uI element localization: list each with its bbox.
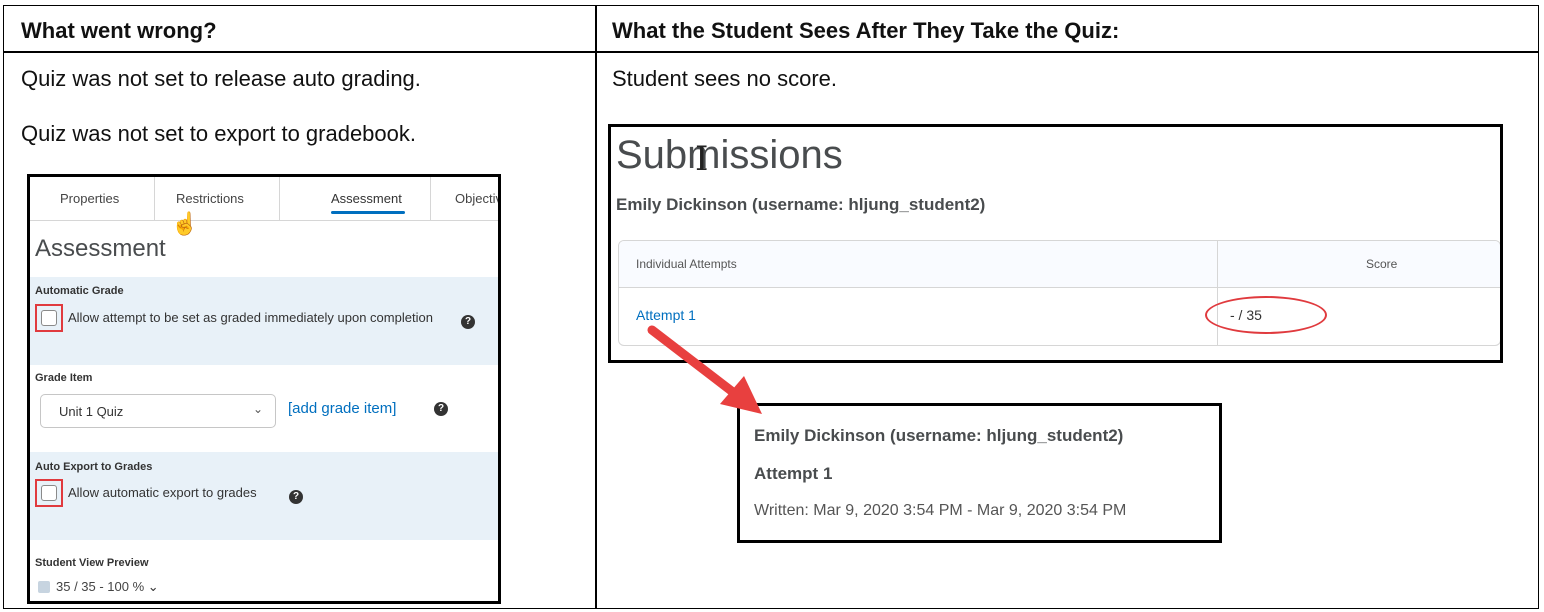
auto-export-checkbox[interactable] (41, 485, 57, 501)
student-sees-no-score: Student sees no score. (612, 66, 838, 91)
auto-export-label: Auto Export to Grades (35, 461, 153, 473)
auto-export-option: Allow automatic export to grades (68, 485, 257, 500)
auto-export-highlight (35, 479, 63, 507)
attempt-title: Attempt 1 (754, 464, 833, 483)
automatic-grade-checkbox[interactable] (41, 310, 57, 326)
reason-export-gradebook: Quiz was not set to export to gradebook. (21, 121, 417, 146)
reason-auto-grading: Quiz was not set to release auto grading… (21, 66, 421, 91)
header-divider (4, 51, 1538, 53)
tab-objectives[interactable]: Objectives (455, 191, 498, 206)
assessment-heading: Assessment (35, 235, 166, 262)
attempt-detail-screenshot: Emily Dickinson (username: hljung_studen… (737, 403, 1222, 543)
tab-restrictions[interactable]: Restrictions (176, 191, 244, 206)
preview-checkbox[interactable] (38, 581, 50, 593)
chevron-down-icon[interactable]: ⌄ (148, 579, 159, 594)
preview-score: 35 / 35 - 100 % ⌄ (56, 579, 159, 594)
assessment-settings-screenshot: Properties Restrictions Assessment Objec… (27, 174, 501, 604)
active-tab-indicator (331, 211, 405, 214)
help-icon[interactable]: ? (434, 402, 448, 416)
tab-assessment[interactable]: Assessment (331, 191, 402, 206)
help-icon[interactable]: ? (289, 490, 303, 504)
column-individual-attempts: Individual Attempts (636, 257, 737, 271)
hand-cursor-icon: ☝ (171, 211, 199, 236)
automatic-grade-highlight (35, 304, 63, 332)
automatic-grade-label: Automatic Grade (35, 285, 124, 297)
header-student-sees: What the Student Sees After They Take th… (612, 18, 1120, 43)
column-divider (595, 6, 597, 608)
tab-properties[interactable]: Properties (60, 191, 119, 206)
help-icon[interactable]: ? (461, 315, 475, 329)
grade-item-select[interactable]: Unit 1 Quiz ⌄ (40, 394, 276, 428)
student-name: Emily Dickinson (username: hljung_studen… (616, 195, 986, 214)
attempt-1-link[interactable]: Attempt 1 (636, 307, 696, 323)
header-what-went-wrong: What went wrong? (21, 18, 217, 43)
add-grade-item-link[interactable]: [add grade item] (288, 400, 396, 417)
text-cursor-icon: I (695, 139, 709, 179)
automatic-grade-option: Allow attempt to be set as graded immedi… (68, 310, 433, 325)
score-highlight-ellipse (1205, 296, 1327, 334)
student-view-preview-label: Student View Preview (35, 557, 149, 569)
tab-bar: Properties Restrictions Assessment Objec… (30, 177, 498, 221)
attempt-student-name: Emily Dickinson (username: hljung_studen… (754, 426, 1124, 445)
attempt-written-time: Written: Mar 9, 2020 3:54 PM - Mar 9, 20… (754, 502, 1127, 519)
column-score: Score (1366, 257, 1398, 271)
attempts-table: Individual Attempts Score Attempt 1 - / … (618, 240, 1500, 346)
grade-item-label: Grade Item (35, 372, 93, 384)
grade-item-selected: Unit 1 Quiz (59, 404, 124, 419)
chevron-down-icon: ⌄ (252, 402, 263, 416)
submissions-heading: Submissions (616, 133, 843, 177)
submissions-screenshot: Submissions I Emily Dickinson (username:… (608, 124, 1503, 363)
